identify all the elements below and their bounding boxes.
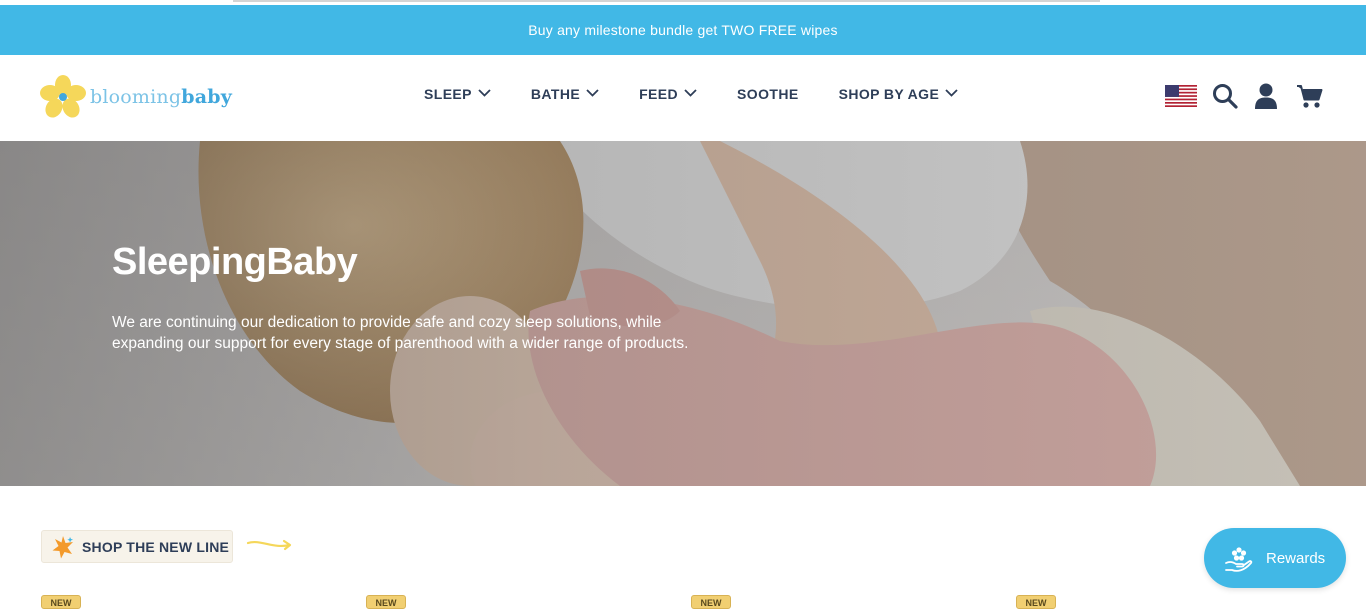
hero-banner: SleepingBaby We are continuing our dedic…	[0, 141, 1366, 486]
nav-item-soothe[interactable]: SOOTHE	[737, 86, 799, 102]
shop-new-line-button[interactable]: SHOP THE NEW LINE	[41, 530, 233, 563]
logo-word-baby: baby	[181, 86, 232, 108]
new-badge: NEW	[691, 595, 731, 609]
nav-label-soothe: SOOTHE	[737, 86, 799, 102]
scroll-indicator	[233, 0, 1100, 2]
announcement-text: Buy any milestone bundle get TWO FREE wi…	[528, 22, 838, 38]
rewards-launcher[interactable]: Rewards	[1204, 528, 1346, 588]
nav-item-sleep[interactable]: SLEEP	[424, 86, 491, 102]
new-badge: NEW	[41, 595, 81, 609]
nav-label-sleep: SLEEP	[424, 86, 472, 102]
shop-new-line-label: SHOP THE NEW LINE	[82, 538, 230, 555]
logo-wordmark: bloomingbaby	[90, 86, 232, 108]
nav-item-feed[interactable]: FEED	[639, 86, 697, 102]
star-burst-icon	[52, 535, 73, 558]
search-icon[interactable]	[1212, 83, 1238, 109]
main-nav: SLEEP BATHE FEED SOOTHE SHOP BY AGE	[424, 86, 958, 102]
nav-item-shop-by-age[interactable]: SHOP BY AGE	[839, 86, 959, 102]
hero-title: SleepingBaby	[112, 241, 358, 283]
chevron-down-icon	[945, 89, 958, 97]
flower-logo-icon	[40, 75, 86, 118]
cart-icon[interactable]	[1296, 84, 1323, 109]
account-icon[interactable]	[1254, 83, 1278, 109]
logo-word-blooming: blooming	[90, 86, 182, 108]
nav-label-feed: FEED	[639, 86, 679, 102]
nav-item-bathe[interactable]: BATHE	[531, 86, 599, 102]
gift-hand-icon	[1225, 547, 1253, 572]
new-badge: NEW	[1016, 595, 1056, 609]
site-header: bloomingbaby SLEEP BATHE FEED SOOTHE SHO…	[0, 55, 1366, 141]
us-flag-icon[interactable]	[1165, 85, 1197, 107]
new-badge: NEW	[366, 595, 406, 609]
logo[interactable]: bloomingbaby	[40, 75, 232, 119]
rewards-label: Rewards	[1266, 549, 1326, 567]
chevron-down-icon	[478, 89, 491, 97]
chevron-down-icon	[586, 89, 599, 97]
nav-label-bathe: BATHE	[530, 86, 581, 102]
chevron-down-icon	[684, 89, 697, 97]
nav-label-shop-by-age: SHOP BY AGE	[838, 86, 940, 102]
header-actions	[1165, 83, 1323, 109]
hero-description: We are continuing our dedication to prov…	[112, 314, 689, 352]
announcement-bar[interactable]: Buy any milestone bundle get TWO FREE wi…	[0, 5, 1366, 55]
arrow-swirl-icon	[246, 539, 292, 551]
